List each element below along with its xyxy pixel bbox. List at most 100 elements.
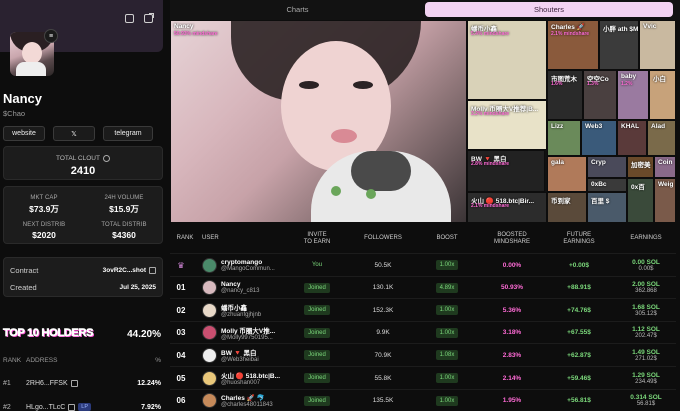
boost-badge: 1.00x — [435, 327, 459, 338]
col-future-earnings[interactable]: FUTURE EARNINGS — [556, 232, 602, 247]
profile-ticker: $Chao — [3, 109, 26, 118]
table-row[interactable]: 05 火山 🔴 518.btc|B... @huoshan007 Joined 55.8… — [170, 366, 676, 388]
row-user[interactable]: Nancy @nancy_c813 — [202, 277, 292, 299]
table-row[interactable]: 01 Nancy @nancy_c813 Joined 130.1K 4.89x 50.93… — [170, 275, 676, 299]
row-boost: 1.00x — [428, 367, 466, 389]
website-button[interactable]: website — [3, 126, 45, 141]
user-name[interactable]: Molly 币圈大V推... — [221, 325, 275, 335]
row-user[interactable]: Charles 🚀 🐬 @charles48011843 — [202, 390, 292, 411]
row-user[interactable]: Molly 币圈大V推... @Molly99750195... — [202, 322, 292, 344]
treemap-tile[interactable]: 百里 $ — [587, 192, 627, 223]
user-name[interactable]: cryptomango — [221, 259, 275, 266]
earnings-sol: 1.12 SOL — [632, 326, 660, 334]
user-text: Nancy @nancy_c813 — [221, 281, 259, 294]
copy-icon[interactable] — [149, 267, 156, 274]
created-value: Jul 25, 2025 — [119, 284, 157, 291]
table-row[interactable]: 04 BW 🔻 黑白 @Web3heibai Joined 70.9K 1.08x 2.83… — [170, 343, 676, 365]
tile-name: 0xBc — [591, 181, 607, 188]
table-row[interactable]: 02 蟠币小鑫 @zhuanfgjhjnb Joined 152.3K 1.00x 5.36… — [170, 298, 676, 320]
tile-name: 0x百 — [631, 184, 645, 191]
treemap-tile[interactable]: 0x百 — [627, 178, 654, 223]
row-user[interactable]: 蟠币小鑫 @zhuanfgjhjnb — [202, 299, 292, 321]
holder-row[interactable]: #2 HLgo...TLcC LP 7.92% — [3, 403, 161, 411]
treemap-tile[interactable]: 火山 🔴 518.btc|Bir... 2.1% mindshare — [467, 192, 547, 223]
copy-icon[interactable] — [70, 380, 78, 387]
table-row[interactable]: 03 Molly 币圈大V推... @Molly99750195... Joined 9… — [170, 320, 676, 344]
treemap-tile[interactable]: Alad — [647, 120, 676, 156]
telegram-button[interactable]: telegram — [103, 126, 153, 141]
user-name[interactable]: 火山 🔴 518.btc|B... — [221, 370, 280, 380]
treemap-tile[interactable]: Coin — [654, 156, 676, 178]
tab-charts[interactable]: Charts — [170, 2, 425, 17]
earnings-sol: 2.00 SOL — [632, 281, 660, 289]
row-earnings: 1.68 SOL 305.12$ — [618, 299, 674, 321]
x-button[interactable]: 𝕏 — [53, 126, 95, 141]
copy-icon[interactable] — [125, 14, 134, 23]
holder-address[interactable]: HLgo...TLcC LP — [26, 403, 141, 411]
treemap-tile[interactable]: Lizz — [547, 120, 581, 156]
treemap-tile[interactable]: 0xBc — [587, 178, 627, 192]
avatar — [202, 347, 217, 363]
user-text: Charles 🚀 🐬 @charles48011843 — [221, 394, 273, 408]
treemap-tile[interactable]: BW 🔻 黑白 2.8% mindshare — [467, 150, 545, 192]
tile-name: 币到家 — [551, 198, 571, 205]
contract-value[interactable]: 3ovR2C...shot — [103, 266, 156, 275]
boost-badge: 4.89x — [435, 282, 459, 293]
treemap-tile[interactable]: gala — [547, 156, 587, 192]
info-icon[interactable] — [102, 155, 110, 162]
row-invite: Joined — [292, 277, 342, 299]
user-name[interactable]: Charles 🚀 🐬 — [221, 394, 273, 402]
treemap-tile[interactable]: Vvic — [639, 20, 676, 70]
treemap-tile[interactable]: Charles 🚀 2.1% mindshare — [547, 20, 599, 70]
treemap-tile[interactable]: Molly 币圈大V推荐|B... 3.2% mindshare — [467, 100, 547, 150]
clout-value: 2410 — [70, 165, 96, 177]
treemap-tile[interactable]: Web3 — [581, 120, 617, 156]
row-followers: 55.8K — [374, 374, 392, 382]
row-rank: ♛ — [177, 260, 185, 270]
holder-address-text[interactable]: HLgo...TLcC — [26, 404, 65, 411]
holder-address[interactable]: 2RH6...FFSK — [26, 380, 137, 387]
total-distrib-label: TOTAL DISTRIB — [101, 222, 147, 228]
row-user[interactable]: 火山 🔴 518.btc|B... @huoshan007 — [202, 367, 292, 389]
treemap-tile[interactable]: Nancy 50.93% mindshare — [170, 20, 467, 223]
treemap-tile[interactable]: Weig — [654, 178, 676, 223]
treemap-tile[interactable]: baby 1.2% — [617, 70, 649, 120]
col-mindshare[interactable]: BOOSTED MINDSHARE — [484, 232, 540, 247]
user-name[interactable]: Nancy — [221, 281, 259, 288]
treemap-tile[interactable]: 蟠币小鑫 5.4% mindshare — [467, 20, 547, 100]
treemap-tile[interactable]: 市图荒木 1.6% — [547, 70, 583, 120]
col-followers[interactable]: FOLLOWERS — [358, 235, 408, 243]
treemap-tile[interactable]: 币到家 — [547, 192, 587, 223]
copy-icon[interactable] — [68, 403, 76, 411]
row-followers: 135.5K — [372, 397, 394, 405]
treemap-tile[interactable]: 空空Co 1.3% — [583, 70, 617, 120]
contract-address[interactable]: 3ovR2C...shot — [103, 267, 146, 274]
treemap-tile[interactable]: Cryp — [587, 156, 627, 178]
row-earnings: 2.00 SOL 362.868 — [618, 277, 674, 299]
user-name[interactable]: BW 🔻 黑白 — [221, 347, 259, 357]
tab-shouters[interactable]: Shouters — [425, 2, 673, 17]
treemap-tile[interactable]: 小胖 ath $M — [599, 20, 639, 70]
user-name[interactable]: 蟠币小鑫 — [221, 302, 261, 312]
invite-status-badge: Joined — [304, 395, 330, 406]
col-boost[interactable]: BOOST — [428, 235, 466, 243]
row-future-earnings: +74.76$ — [567, 306, 591, 314]
tile-pct: 1.2% — [621, 81, 633, 87]
table-row[interactable]: 06 Charles 🚀 🐬 @charles48011843 Joined 135.5… — [170, 388, 676, 411]
treemap-tile[interactable]: 加密美 — [627, 156, 654, 178]
clout-label-text: TOTAL CLOUT — [56, 155, 100, 163]
treemap-tile[interactable]: KHAL — [617, 120, 647, 156]
table-row[interactable]: ♛ cryptomango @MangoCommun... You 50.5K 1.00x… — [170, 253, 676, 275]
holder-address-text[interactable]: 2RH6...FFSK — [26, 380, 68, 387]
earnings-usd: 234.49$ — [635, 378, 657, 385]
row-user[interactable]: cryptomango @MangoCommun... — [202, 254, 292, 276]
row-user[interactable]: BW 🔻 黑白 @Web3heibai — [202, 344, 292, 366]
shouters-table-header: RANK USER INVITE TO EARN FOLLOWERS BOOST… — [170, 226, 676, 252]
earnings-usd: 305.12$ — [635, 310, 657, 317]
holder-row[interactable]: #1 2RH6...FFSK 12.24% — [3, 380, 161, 387]
col-earnings[interactable]: EARNINGS — [618, 235, 674, 243]
row-future-earnings: +59.46$ — [567, 374, 591, 382]
external-link-icon[interactable] — [144, 13, 154, 23]
treemap-tile[interactable]: 小白 — [649, 70, 676, 120]
tile-name: 小白 — [653, 76, 666, 83]
